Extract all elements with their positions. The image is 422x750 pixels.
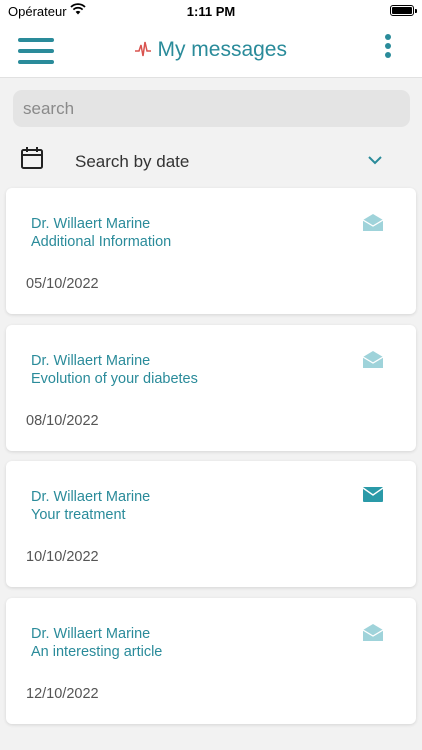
message-date: 08/10/2022 xyxy=(26,413,99,429)
message-sender: Dr. Willaert Marine xyxy=(31,216,151,232)
status-bar: Opérateur 1:11 PM xyxy=(0,0,422,22)
message-date: 05/10/2022 xyxy=(26,276,99,292)
date-filter[interactable]: Search by date xyxy=(0,140,422,180)
search-input[interactable] xyxy=(13,90,410,127)
message-subject: Your treatment xyxy=(31,507,126,523)
message-card[interactable]: Dr. Willaert Marine An interesting artic… xyxy=(6,598,416,724)
message-sender: Dr. Willaert Marine xyxy=(31,489,151,505)
page-title-group: My messages xyxy=(0,38,422,62)
message-card[interactable]: Dr. Willaert Marine Evolution of your di… xyxy=(6,325,416,451)
message-sender: Dr. Willaert Marine xyxy=(31,626,151,642)
message-date: 12/10/2022 xyxy=(26,686,99,702)
message-card[interactable]: Dr. Willaert Marine Your treatment 10/10… xyxy=(6,461,416,587)
envelope-open-icon xyxy=(362,214,384,236)
message-subject: Evolution of your diabetes xyxy=(31,371,198,387)
message-card[interactable]: Dr. Willaert Marine Additional Informati… xyxy=(6,188,416,314)
chevron-down-icon[interactable] xyxy=(368,152,382,170)
envelope-closed-icon xyxy=(362,487,384,507)
message-sender: Dr. Willaert Marine xyxy=(31,353,151,369)
message-date: 10/10/2022 xyxy=(26,549,99,565)
more-options-icon[interactable] xyxy=(384,34,392,60)
envelope-open-icon xyxy=(362,624,384,646)
app-header: My messages xyxy=(0,22,422,78)
battery-icon xyxy=(390,5,417,16)
message-subject: Additional Information xyxy=(31,234,172,250)
page-title: My messages xyxy=(157,38,287,61)
envelope-open-icon xyxy=(362,351,384,373)
message-subject: An interesting article xyxy=(31,644,163,660)
calendar-icon xyxy=(20,146,44,175)
heartbeat-logo-icon xyxy=(135,41,151,57)
date-filter-label: Search by date xyxy=(75,152,190,171)
clock: 1:11 PM xyxy=(186,4,236,19)
